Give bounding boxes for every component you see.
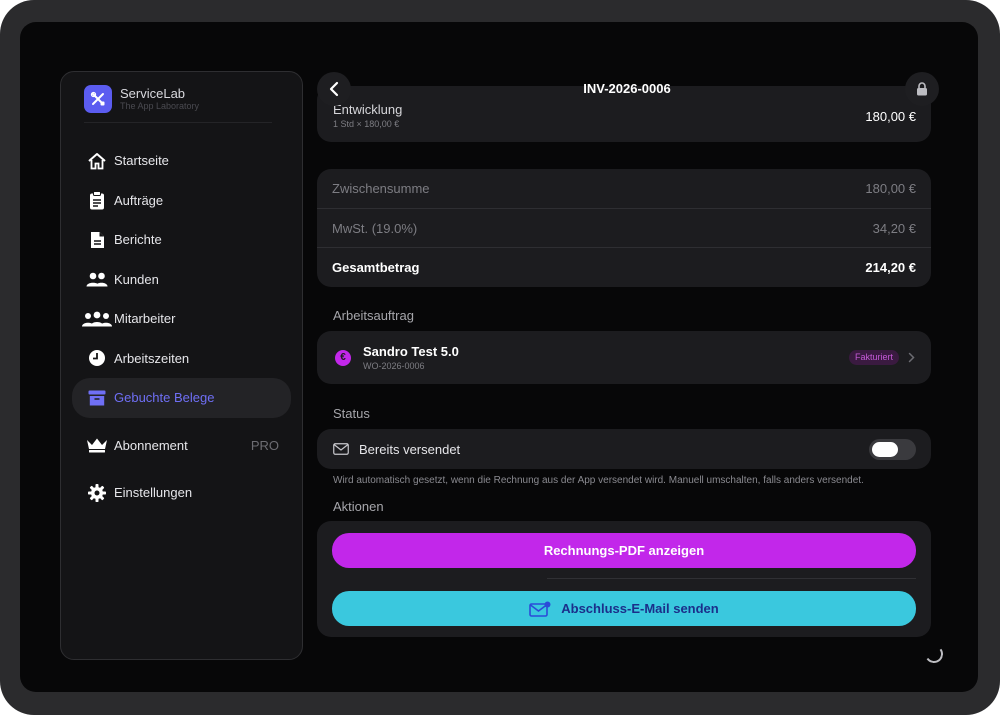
sidebar-item-label: Startseite — [114, 153, 169, 169]
line-item-detail: 1 Std × 180,00 € — [333, 119, 400, 129]
app-screen: ServiceLab The App Laboratory Startseite… — [20, 22, 978, 692]
total-label: Gesamtbetrag — [332, 259, 420, 275]
brand: ServiceLab The App Laboratory — [84, 85, 199, 113]
subtotal-value: 180,00 € — [865, 181, 916, 196]
envelope-badge-icon — [529, 601, 551, 617]
sidebar-item-label: Kunden — [114, 271, 159, 287]
send-email-button[interactable]: Abschluss-E-Mail senden — [332, 591, 916, 626]
tax-row: MwSt. (19.0%) 34,20 € — [317, 208, 931, 247]
status-card: Bereits versendet — [317, 429, 931, 469]
tax-label: MwSt. (19.0%) — [332, 220, 418, 236]
tax-value: 34,20 € — [872, 220, 916, 236]
sidebar-nav: Startseite Aufträge Berichte Kunden Mita… — [72, 141, 291, 513]
sidebar-item-berichte[interactable]: Berichte — [72, 220, 291, 260]
line-item-amount: 180,00 € — [865, 109, 916, 124]
work-order-card[interactable]: € Sandro Test 5.0 WO-2026-0006 Fakturier… — [317, 331, 931, 384]
crown-icon — [82, 437, 112, 453]
send-email-label: Abschluss-E-Mail senden — [561, 601, 719, 616]
sidebar-item-label: Gebuchte Belege — [114, 390, 215, 406]
total-row: Gesamtbetrag 214,20 € — [317, 247, 931, 286]
users-icon — [82, 272, 112, 287]
clock-icon — [82, 349, 112, 367]
total-value: 214,20 € — [865, 259, 916, 275]
subtotal-row: Zwischensumme 180,00 € — [317, 169, 931, 208]
lock-icon — [917, 82, 927, 96]
brand-subtitle: The App Laboratory — [120, 101, 200, 111]
show-pdf-button[interactable]: Rechnungs-PDF anzeigen — [332, 533, 916, 568]
home-icon — [82, 152, 112, 170]
top-bar: INV-2026-0006 — [317, 72, 939, 106]
sent-toggle[interactable] — [869, 439, 916, 460]
sidebar-item-einstellungen[interactable]: Einstellungen — [72, 473, 291, 513]
euro-icon: € — [335, 350, 351, 366]
status-hint: Wird automatisch gesetzt, wenn die Rechn… — [333, 475, 864, 486]
toggle-knob — [872, 442, 898, 457]
subtotal-label: Zwischensumme — [332, 181, 430, 196]
sent-label: Bereits versendet — [359, 442, 461, 457]
sidebar-item-auftraege[interactable]: Aufträge — [72, 181, 291, 221]
sidebar-item-label: Abonnement — [114, 437, 188, 453]
section-header-aktionen: Aktionen — [333, 499, 384, 514]
actions-card: Rechnungs-PDF anzeigen Abschluss-E-Mail … — [317, 521, 931, 637]
clipboard-icon — [82, 190, 112, 210]
section-header-status: Status — [333, 406, 370, 421]
show-pdf-label: Rechnungs-PDF anzeigen — [543, 543, 705, 558]
sidebar-item-label: Aufträge — [114, 192, 164, 208]
sidebar-item-label: Mitarbeiter — [114, 311, 176, 327]
sidebar-item-kunden[interactable]: Kunden — [72, 260, 291, 300]
pro-badge: PRO — [250, 437, 279, 453]
sidebar-item-arbeitszeiten[interactable]: Arbeitszeiten — [72, 339, 291, 379]
sidebar-item-label: Arbeitszeiten — [114, 350, 190, 366]
sidebar-item-abonnement[interactable]: Abonnement PRO — [72, 426, 291, 466]
page-title: INV-2026-0006 — [583, 81, 671, 96]
sidebar-item-mitarbeiter[interactable]: Mitarbeiter — [72, 299, 291, 339]
team-icon — [82, 311, 112, 327]
divider — [547, 578, 916, 579]
section-header-arbeitsauftrag: Arbeitsauftrag — [333, 308, 414, 323]
brand-name: ServiceLab — [120, 86, 186, 101]
lock-button[interactable] — [905, 72, 939, 106]
document-icon — [82, 231, 112, 249]
divider — [84, 122, 272, 123]
sidebar-item-startseite[interactable]: Startseite — [72, 141, 291, 181]
envelope-icon — [333, 443, 349, 455]
archive-box-icon — [82, 390, 112, 406]
totals-card: Zwischensumme 180,00 € MwSt. (19.0%) 34,… — [317, 169, 931, 287]
gear-icon — [82, 483, 112, 502]
status-badge: Fakturiert — [848, 350, 899, 365]
work-order-number: WO-2026-0006 — [363, 361, 425, 371]
sidebar-item-label: Berichte — [114, 232, 162, 248]
sidebar: ServiceLab The App Laboratory Startseite… — [60, 71, 303, 660]
sidebar-item-label: Einstellungen — [114, 485, 193, 501]
invoice-detail: Entwicklung 1 Std × 180,00 € 180,00 € IN… — [317, 22, 939, 692]
device-frame: ServiceLab The App Laboratory Startseite… — [0, 0, 1000, 715]
work-order-title: Sandro Test 5.0 — [363, 344, 459, 359]
tools-icon — [84, 85, 112, 113]
sidebar-item-gebuchte-belege[interactable]: Gebuchte Belege — [72, 378, 291, 418]
chevron-right-icon — [908, 352, 915, 363]
